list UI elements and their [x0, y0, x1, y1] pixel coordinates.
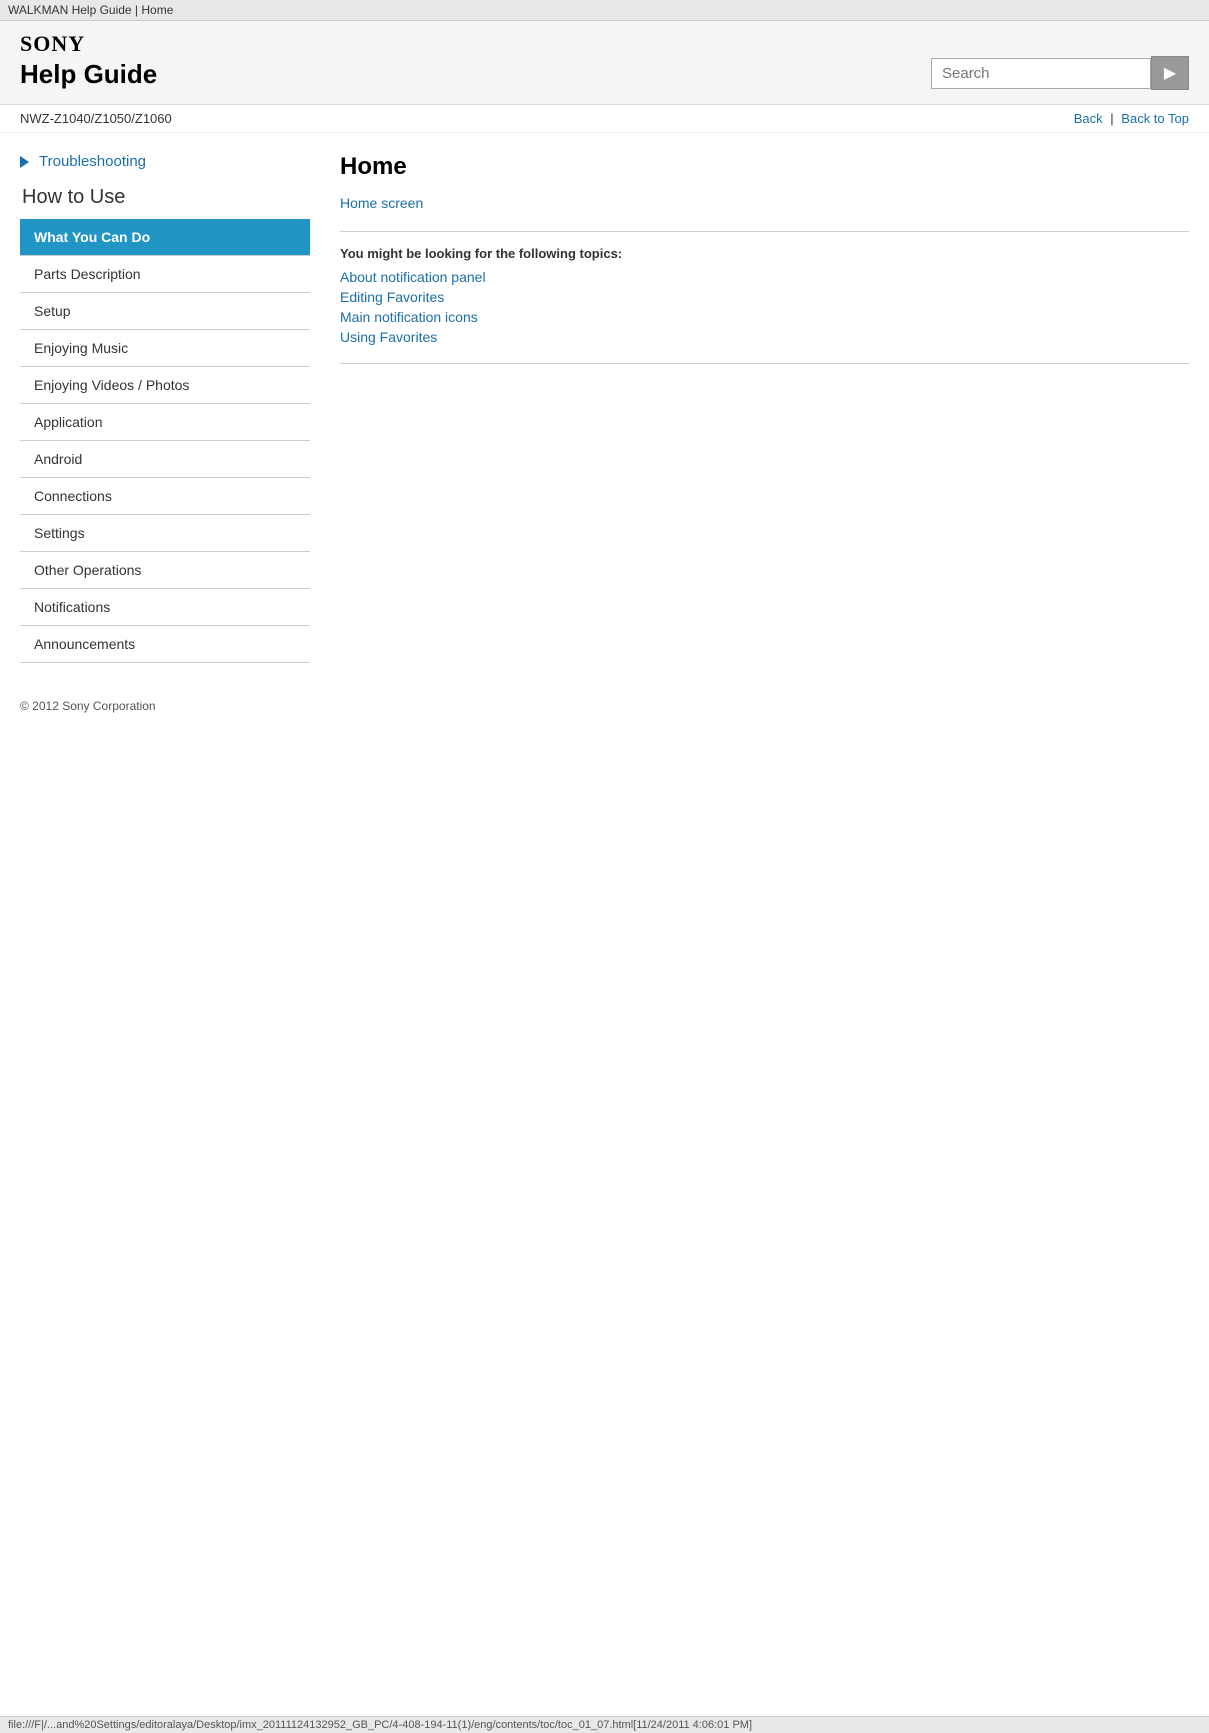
browser-titlebar: WALKMAN Help Guide | Home — [0, 0, 1209, 21]
sidebar-item-other-operations[interactable]: Other Operations — [20, 552, 310, 589]
copyright-text: © 2012 Sony Corporation — [20, 699, 156, 713]
sidebar-item-parts-description[interactable]: Parts Description — [20, 256, 310, 293]
content-area: Home Home screen You might be looking fo… — [330, 153, 1189, 663]
how-to-use-label: How to Use — [20, 186, 310, 209]
search-button[interactable]: ▶ — [1151, 56, 1189, 90]
chevron-right-icon — [20, 156, 29, 168]
topic-links-container: About notification panel Editing Favorite… — [340, 269, 1189, 345]
help-guide-title: Help Guide — [20, 59, 157, 90]
back-to-top-link[interactable]: Back to Top — [1121, 111, 1189, 126]
sidebar-item-announcements[interactable]: Announcements — [20, 626, 310, 663]
browser-bottombar: file:///F|/...and%20Settings/editoralaya… — [0, 1716, 1209, 1733]
topic-link-3[interactable]: Using Favorites — [340, 329, 1189, 345]
sidebar-item-notifications[interactable]: Notifications — [20, 589, 310, 626]
search-icon: ▶ — [1164, 63, 1176, 83]
content-title: Home — [340, 153, 1189, 181]
search-area: ▶ — [931, 56, 1189, 90]
browser-title-text: WALKMAN Help Guide | Home — [8, 3, 173, 17]
model-number: NWZ-Z1040/Z1050/Z1060 — [20, 111, 172, 126]
topic-link-0[interactable]: About notification panel — [340, 269, 1189, 285]
sidebar-item-android[interactable]: Android — [20, 441, 310, 478]
topic-link-2[interactable]: Main notification icons — [340, 309, 1189, 325]
sidebar-item-setup[interactable]: Setup — [20, 293, 310, 330]
troubleshooting-link[interactable]: Troubleshooting — [20, 153, 310, 170]
back-link[interactable]: Back — [1074, 111, 1103, 126]
sidebar: Troubleshooting How to Use What You Can … — [20, 153, 310, 663]
sidebar-item-enjoying-videos-photos[interactable]: Enjoying Videos / Photos — [20, 367, 310, 404]
sidebar-item-enjoying-music[interactable]: Enjoying Music — [20, 330, 310, 367]
sidebar-item-application[interactable]: Application — [20, 404, 310, 441]
home-screen-link[interactable]: Home screen — [340, 195, 423, 211]
browser-url-text: file:///F|/...and%20Settings/editoralaya… — [8, 1719, 752, 1731]
sidebar-item-what-you-can-do[interactable]: What You Can Do — [20, 219, 310, 256]
search-input[interactable] — [931, 58, 1151, 89]
subheader: NWZ-Z1040/Z1050/Z1060 Back | Back to Top — [0, 105, 1209, 133]
sidebar-item-connections[interactable]: Connections — [20, 478, 310, 515]
related-topics-section: You might be looking for the following t… — [340, 231, 1189, 364]
topic-link-1[interactable]: Editing Favorites — [340, 289, 1189, 305]
main-layout: Troubleshooting How to Use What You Can … — [0, 133, 1209, 683]
header: SONY Help Guide ▶ — [0, 21, 1209, 105]
nav-separator: | — [1110, 111, 1117, 126]
sidebar-items: What You Can DoParts DescriptionSetupEnj… — [20, 219, 310, 663]
logo-area: SONY Help Guide — [20, 31, 157, 90]
troubleshooting-label: Troubleshooting — [39, 153, 146, 170]
nav-links: Back | Back to Top — [1074, 111, 1189, 126]
sidebar-item-settings[interactable]: Settings — [20, 515, 310, 552]
footer: © 2012 Sony Corporation — [0, 683, 1209, 729]
sony-logo: SONY — [20, 31, 157, 57]
related-topics-label: You might be looking for the following t… — [340, 246, 1189, 261]
